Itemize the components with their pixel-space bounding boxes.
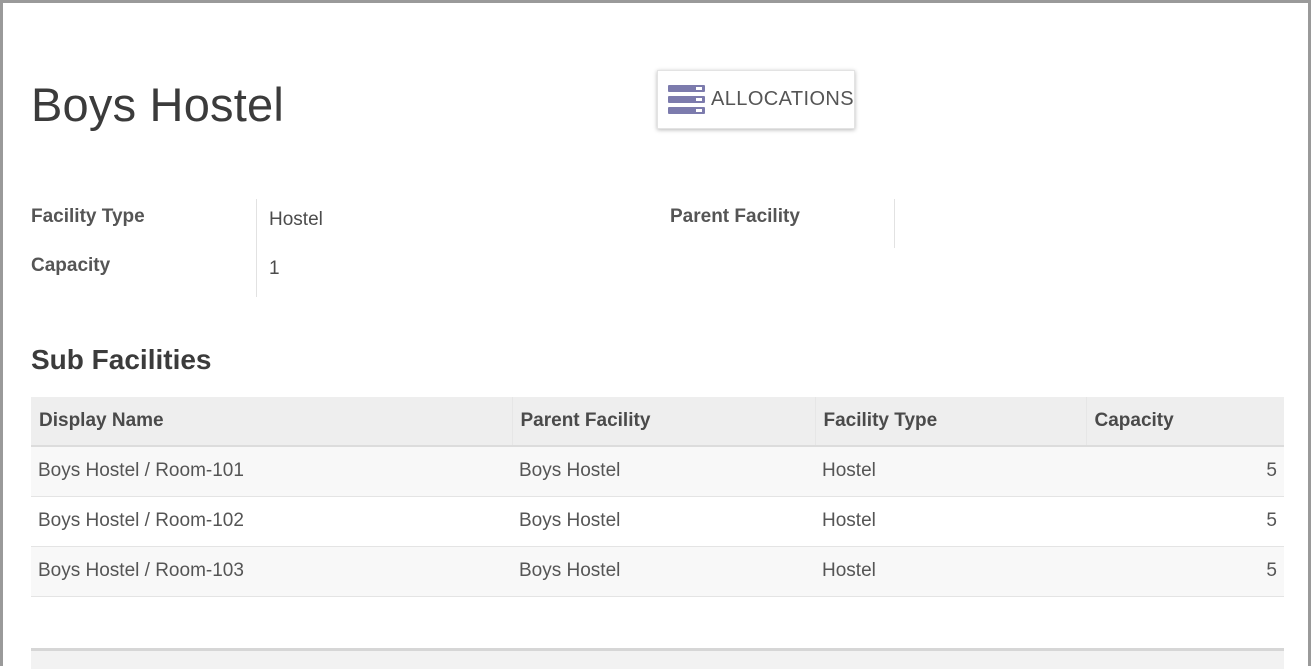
display-name-cell: Boys Hostel / Room-101 [31,446,512,497]
allocations-button[interactable]: ALLOCATIONS [657,70,855,129]
parent-facility-cell: Boys Hostel [512,496,815,547]
field-separator [894,199,895,248]
capacity-value: 1 [269,258,280,279]
sub-facilities-table: Display Name Parent Facility Facility Ty… [31,397,1284,597]
table-row[interactable]: Boys Hostel / Room-102 Boys Hostel Hoste… [31,496,1284,547]
capacity-cell: 5 [1086,496,1284,547]
parent-facility-cell: Boys Hostel [512,546,815,597]
field-separator [256,199,257,297]
capacity-label: Capacity [31,255,111,276]
table-header-row: Display Name Parent Facility Facility Ty… [31,397,1284,447]
form-view: Boys Hostel ALLOCATIONS Facility Type Ho… [0,0,1311,669]
column-header-display-name[interactable]: Display Name [31,397,512,447]
facility-type-cell: Hostel [815,446,1086,497]
column-header-parent-facility[interactable]: Parent Facility [511,397,815,447]
allocations-button-label: ALLOCATIONS [711,88,854,110]
sub-facilities-title: Sub Facilities [31,344,212,375]
facility-type-value: Hostel [269,209,323,230]
facility-type-label: Facility Type [31,206,145,227]
facility-type-cell: Hostel [815,496,1086,547]
capacity-cell: 5 [1086,546,1284,597]
display-name-cell: Boys Hostel / Room-102 [31,496,512,547]
parent-facility-label: Parent Facility [670,206,800,227]
column-header-facility-type[interactable]: Facility Type [814,397,1086,447]
table-row[interactable]: Boys Hostel / Room-103 Boys Hostel Hoste… [31,546,1284,597]
parent-facility-cell: Boys Hostel [512,446,815,497]
record-title: Boys Hostel [31,78,284,131]
list-icon [668,84,705,115]
capacity-cell: 5 [1086,446,1284,497]
table-row[interactable]: Boys Hostel / Room-101 Boys Hostel Hoste… [31,446,1284,497]
facility-type-cell: Hostel [815,546,1086,597]
column-header-capacity[interactable]: Capacity [1085,397,1284,447]
display-name-cell: Boys Hostel / Room-103 [31,546,512,597]
